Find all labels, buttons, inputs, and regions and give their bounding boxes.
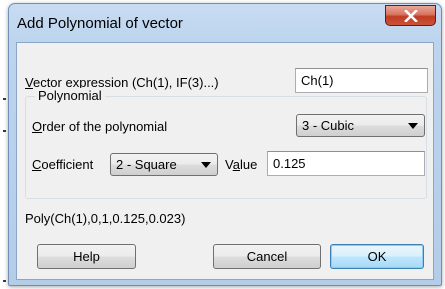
value-label: Value: [225, 157, 258, 172]
coefficient-label: Coefficient: [32, 157, 94, 172]
chevron-down-icon: [201, 162, 211, 168]
order-label: Order of the polynomial: [32, 119, 168, 134]
chevron-down-icon: [408, 123, 418, 129]
value-input[interactable]: 0.125: [267, 151, 425, 176]
add-polynomial-dialog: Add Polynomial of vector Vector expressi…: [8, 3, 442, 286]
polynomial-group: Polynomial Order of the polynomial 3 - C…: [25, 88, 427, 199]
close-icon: [403, 9, 418, 22]
dialog-title: Add Polynomial of vector: [17, 15, 183, 32]
background-mark: [3, 130, 6, 132]
background-mark: [3, 98, 6, 100]
background-mark: [3, 280, 6, 282]
ok-button[interactable]: OK: [330, 244, 424, 269]
formula-preview: Poly(Ch(1),0,1,0.125,0.023): [25, 211, 186, 226]
dialog-content: Vector expression (Ch(1), IF(3)...) Ch(1…: [16, 42, 434, 280]
coefficient-select-value: 2 - Square: [116, 157, 177, 172]
cancel-button[interactable]: Cancel: [213, 244, 321, 269]
order-select[interactable]: 3 - Cubic: [296, 114, 425, 137]
close-button[interactable]: [385, 5, 436, 26]
coefficient-select[interactable]: 2 - Square: [110, 153, 218, 176]
title-bar[interactable]: Add Polynomial of vector: [9, 4, 441, 42]
order-select-value: 3 - Cubic: [302, 118, 355, 133]
polynomial-group-title: Polynomial: [35, 88, 105, 103]
vector-expression-input[interactable]: Ch(1): [295, 68, 428, 93]
help-button[interactable]: Help: [37, 244, 136, 269]
